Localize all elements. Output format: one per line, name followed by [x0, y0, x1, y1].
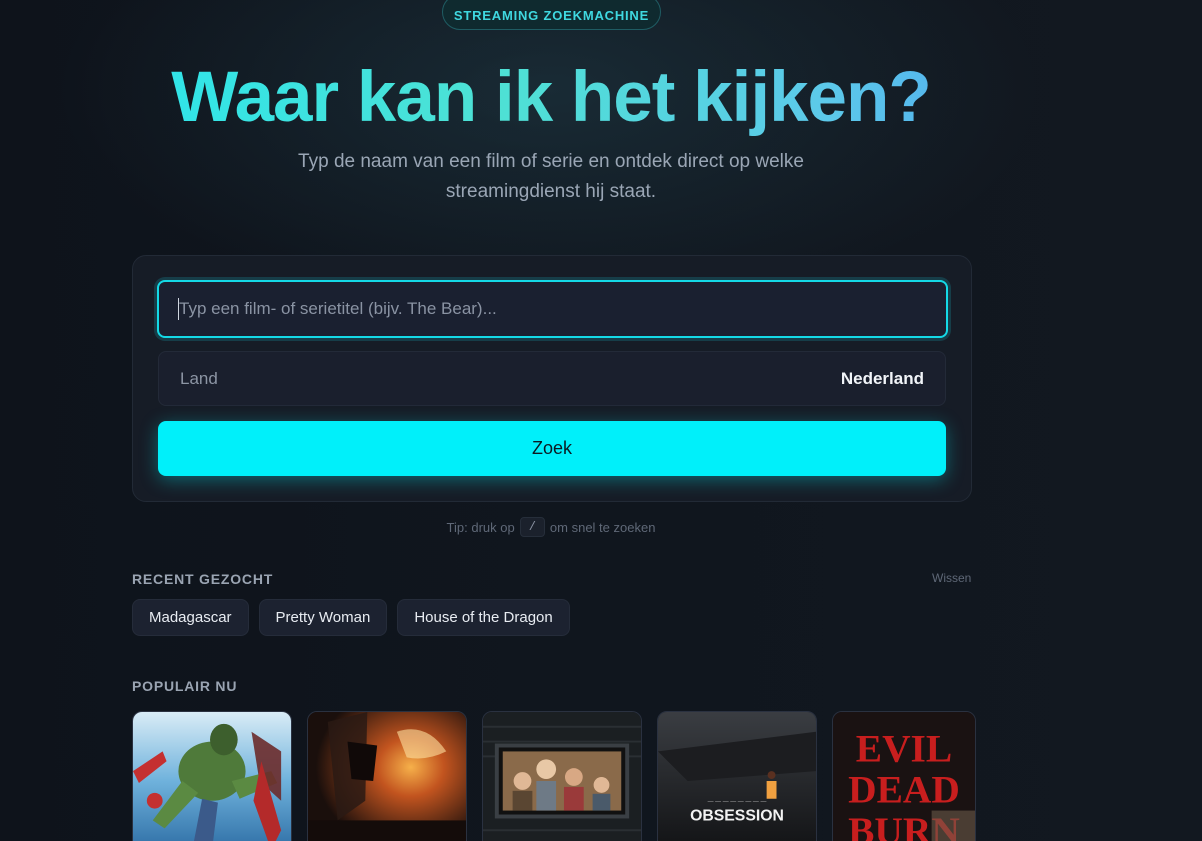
tip-text-before: Tip: druk op	[446, 519, 515, 535]
svg-text:DEAD: DEAD	[848, 768, 960, 812]
search-button[interactable]: Zoek	[158, 421, 946, 476]
shortcut-key: /	[519, 517, 545, 537]
category-badge: STREAMING ZOEKMACHINE	[442, 0, 661, 30]
popular-posters: — — — — — — — — OBSESSION EVIL DEAD BURN	[132, 711, 976, 841]
text-caret	[178, 298, 179, 320]
hulk-poster[interactable]	[132, 711, 292, 841]
recent-searches: Madagascar Pretty Woman House of the Dra…	[132, 599, 570, 636]
page-title: Waar kan ik het kijken?	[0, 58, 1102, 138]
recent-title: RECENT GEZOCHT	[132, 571, 274, 587]
recent-chip[interactable]: Madagascar	[132, 599, 249, 636]
evil-dead-poster[interactable]: EVIL DEAD BURN	[832, 711, 976, 841]
family-window-poster[interactable]	[482, 711, 642, 841]
fire-poster[interactable]	[307, 711, 467, 841]
recent-chip[interactable]: Pretty Woman	[258, 599, 388, 636]
clear-recent-link[interactable]: Wissen	[932, 571, 971, 585]
keyboard-tip: Tip: druk op / om snel te zoeken	[0, 517, 1102, 537]
svg-text:EVIL: EVIL	[856, 726, 952, 770]
obsession-poster[interactable]: — — — — — — — — OBSESSION	[657, 711, 817, 841]
country-label: Land	[180, 368, 218, 388]
popular-title: POPULAIR NU	[132, 678, 238, 694]
recent-chip[interactable]: House of the Dragon	[397, 599, 570, 636]
page-subtitle: Typ de naam van een film of serie en ont…	[298, 151, 804, 202]
country-value: Nederland	[840, 368, 924, 388]
svg-text:— — — — — — — —: — — — — — — — —	[708, 799, 767, 805]
tip-text-after: om snel te zoeken	[549, 519, 656, 535]
search-input[interactable]	[157, 280, 948, 338]
country-select[interactable]: Land Nederland	[158, 351, 946, 406]
poster-title: OBSESSION	[690, 807, 784, 824]
